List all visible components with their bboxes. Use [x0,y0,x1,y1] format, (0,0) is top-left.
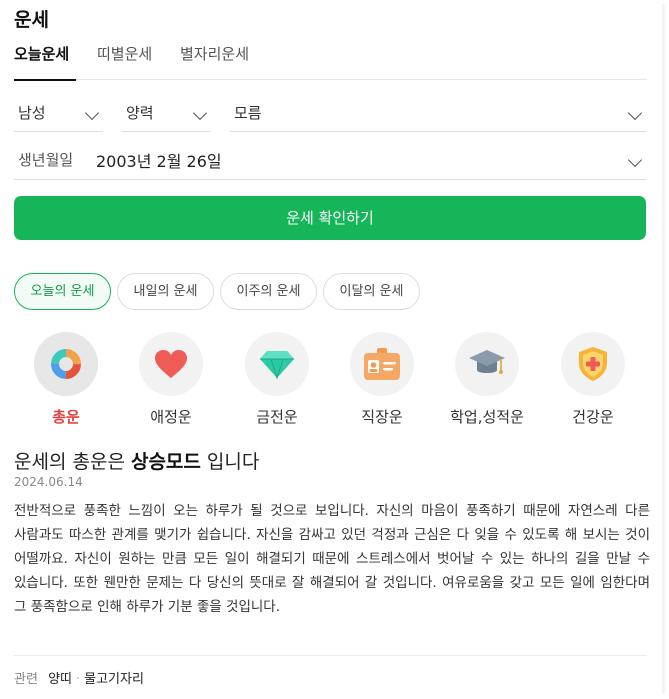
fortune-text: 전반적으로 풍족한 느낌이 오는 하루가 될 것으로 보입니다. 자신의 마음이… [14,503,650,615]
category-label: 금전운 [256,408,298,426]
related-tag-sheep[interactable]: 양띠 [48,672,72,687]
birthdate-label: 생년월일 [18,151,74,169]
tab-today-fortune[interactable]: 오늘운세 [14,42,76,81]
category-love[interactable]: 애정운 [121,332,221,427]
gender-select[interactable]: 남성 [14,92,103,132]
category-health[interactable]: 건강운 [543,332,643,427]
fortune-headline: 운세의 총운은 상승모드 입니다 [14,447,259,474]
category-overall[interactable]: 총운 [16,332,116,427]
category-work[interactable]: 직장운 [332,332,432,427]
gender-value: 남성 [18,104,46,122]
birth-time-value: 모름 [234,104,262,122]
chevron-down-icon [627,105,643,121]
headline-prefix: 운세의 총운은 [14,451,131,473]
birthdate-value: 2003년 2월 26일 [96,152,222,171]
related-caption: 관련 [14,672,38,687]
fortune-date: 2024.06.14 [14,475,83,489]
calendar-type-value: 양력 [126,104,154,122]
chip-this-week[interactable]: 이주의 운세 [220,273,317,310]
check-fortune-button[interactable]: 운세 확인하기 [14,196,646,240]
fortune-tabs: 오늘운세 띠별운세 별자리운세 [14,42,647,81]
chip-today[interactable]: 오늘의 운세 [14,273,111,310]
divider [14,655,647,656]
chevron-down-icon [192,105,208,121]
category-study[interactable]: 학업,성적운 [437,332,537,427]
page-title: 운세 [14,9,49,31]
related-tag-pisces[interactable]: 물고기자리 [84,672,144,687]
graduation-cap-icon [455,332,519,396]
id-badge-icon [350,332,414,396]
calendar-type-select[interactable]: 양력 [122,92,211,132]
chevron-down-icon [627,152,643,168]
heart-icon [139,332,203,396]
category-label: 총운 [52,408,80,426]
related-tags: 관련 양띠 · 물고기자리 [14,668,144,687]
chevron-down-icon [84,105,100,121]
chip-this-month[interactable]: 이달의 운세 [323,273,420,310]
separator-dot: · [75,672,81,687]
health-shield-icon [561,332,625,396]
tab-zodiac-animal-fortune[interactable]: 띠별운세 [97,42,152,80]
headline-suffix: 입니다 [200,451,260,473]
donut-chart-icon [34,332,98,396]
category-label: 직장운 [361,408,403,426]
headline-emphasis: 상승모드 [130,451,201,473]
scrollbar[interactable] [662,4,665,694]
diamond-icon [245,332,309,396]
chip-tomorrow[interactable]: 내일의 운세 [117,273,214,310]
category-label: 학업,성적운 [450,408,524,426]
tab-constellation-fortune[interactable]: 별자리운세 [180,42,249,80]
birth-time-select[interactable]: 모름 [230,92,646,132]
category-money[interactable]: 금전운 [227,332,327,427]
birthdate-select[interactable]: 생년월일 2003년 2월 26일 [14,139,646,180]
category-label: 건강운 [572,408,614,426]
category-label: 애정운 [150,408,192,426]
